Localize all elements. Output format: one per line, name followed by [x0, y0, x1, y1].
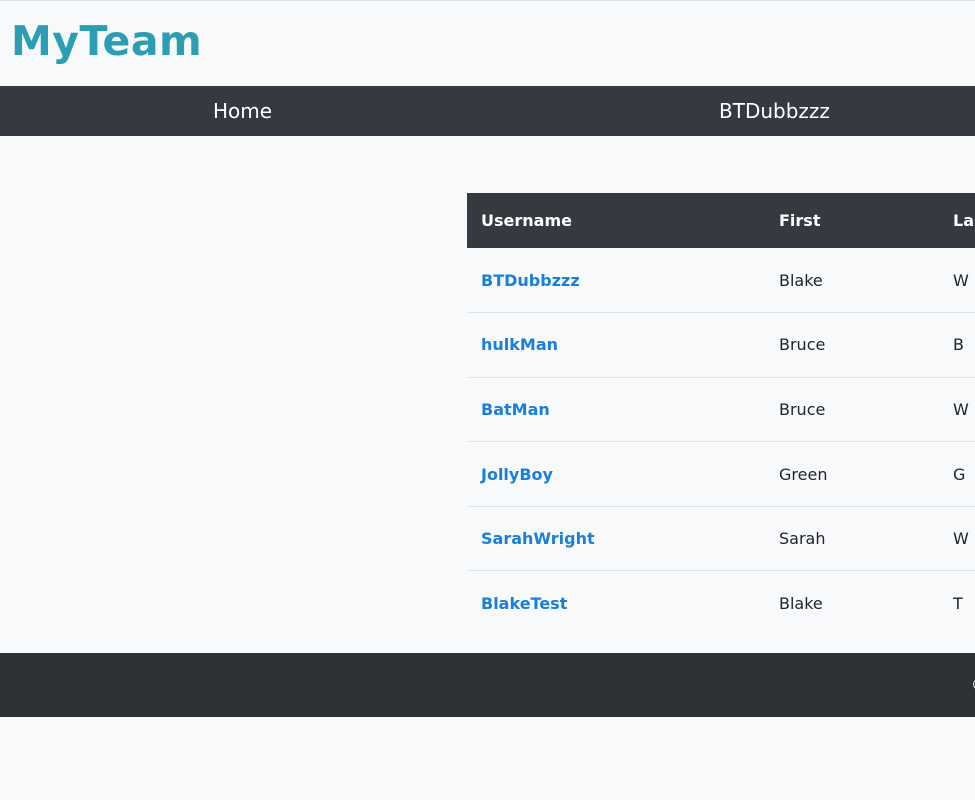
username-cell: BlakeTest [467, 571, 779, 636]
brand-logo[interactable]: MyTeam [11, 15, 202, 67]
footer: © [0, 653, 975, 717]
navbar: Home BTDubbzzz [0, 86, 975, 136]
username-cell: BatMan [467, 377, 779, 442]
table-row: JollyBoy Green G [467, 442, 975, 507]
username-cell: BTDubbzzz [467, 248, 779, 313]
username-link[interactable]: SarahWright [481, 529, 595, 548]
users-table: Username First Last BTDubbzzz Blake W hu… [467, 193, 975, 636]
first-name-cell: Blake [779, 270, 823, 290]
username-cell: JollyBoy [467, 442, 779, 507]
table-row: hulkMan Bruce B [467, 313, 975, 378]
first-name-cell: Blake [779, 594, 823, 614]
footer-copyright: © [971, 653, 975, 717]
username-link[interactable]: BlakeTest [481, 594, 567, 613]
table-row: BTDubbzzz Blake W [467, 248, 975, 313]
username-cell: hulkMan [467, 313, 779, 378]
nav-home-link[interactable]: Home [213, 86, 272, 136]
username-link[interactable]: hulkMan [481, 335, 558, 354]
nav-user-link[interactable]: BTDubbzzz [719, 86, 830, 136]
first-name-cell: Green [779, 464, 828, 484]
table-row: BlakeTest Blake T [467, 571, 975, 636]
first-name-cell: Sarah [779, 529, 826, 549]
last-name-cell: W [953, 399, 969, 419]
username-link[interactable]: BTDubbzzz [481, 271, 580, 290]
table-row: BatMan Bruce W [467, 377, 975, 442]
header-last: Last [953, 211, 975, 230]
table-row: SarahWright Sarah W [467, 506, 975, 571]
header-first: First [779, 211, 821, 230]
last-name-cell: W [953, 529, 969, 549]
last-name-cell: T [953, 594, 963, 614]
last-name-cell: B [953, 335, 964, 355]
table-header-row: Username First Last [467, 193, 975, 248]
username-cell: SarahWright [467, 506, 779, 571]
last-name-cell: G [953, 464, 966, 484]
username-link[interactable]: BatMan [481, 400, 550, 419]
page: MyTeam Home BTDubbzzz Username First Las… [0, 0, 975, 800]
header-username: Username [481, 211, 572, 230]
first-name-cell: Bruce [779, 335, 826, 355]
first-name-cell: Bruce [779, 399, 826, 419]
username-link[interactable]: JollyBoy [481, 465, 553, 484]
users-table-container: Username First Last BTDubbzzz Blake W hu… [467, 193, 975, 636]
last-name-cell: W [953, 270, 969, 290]
